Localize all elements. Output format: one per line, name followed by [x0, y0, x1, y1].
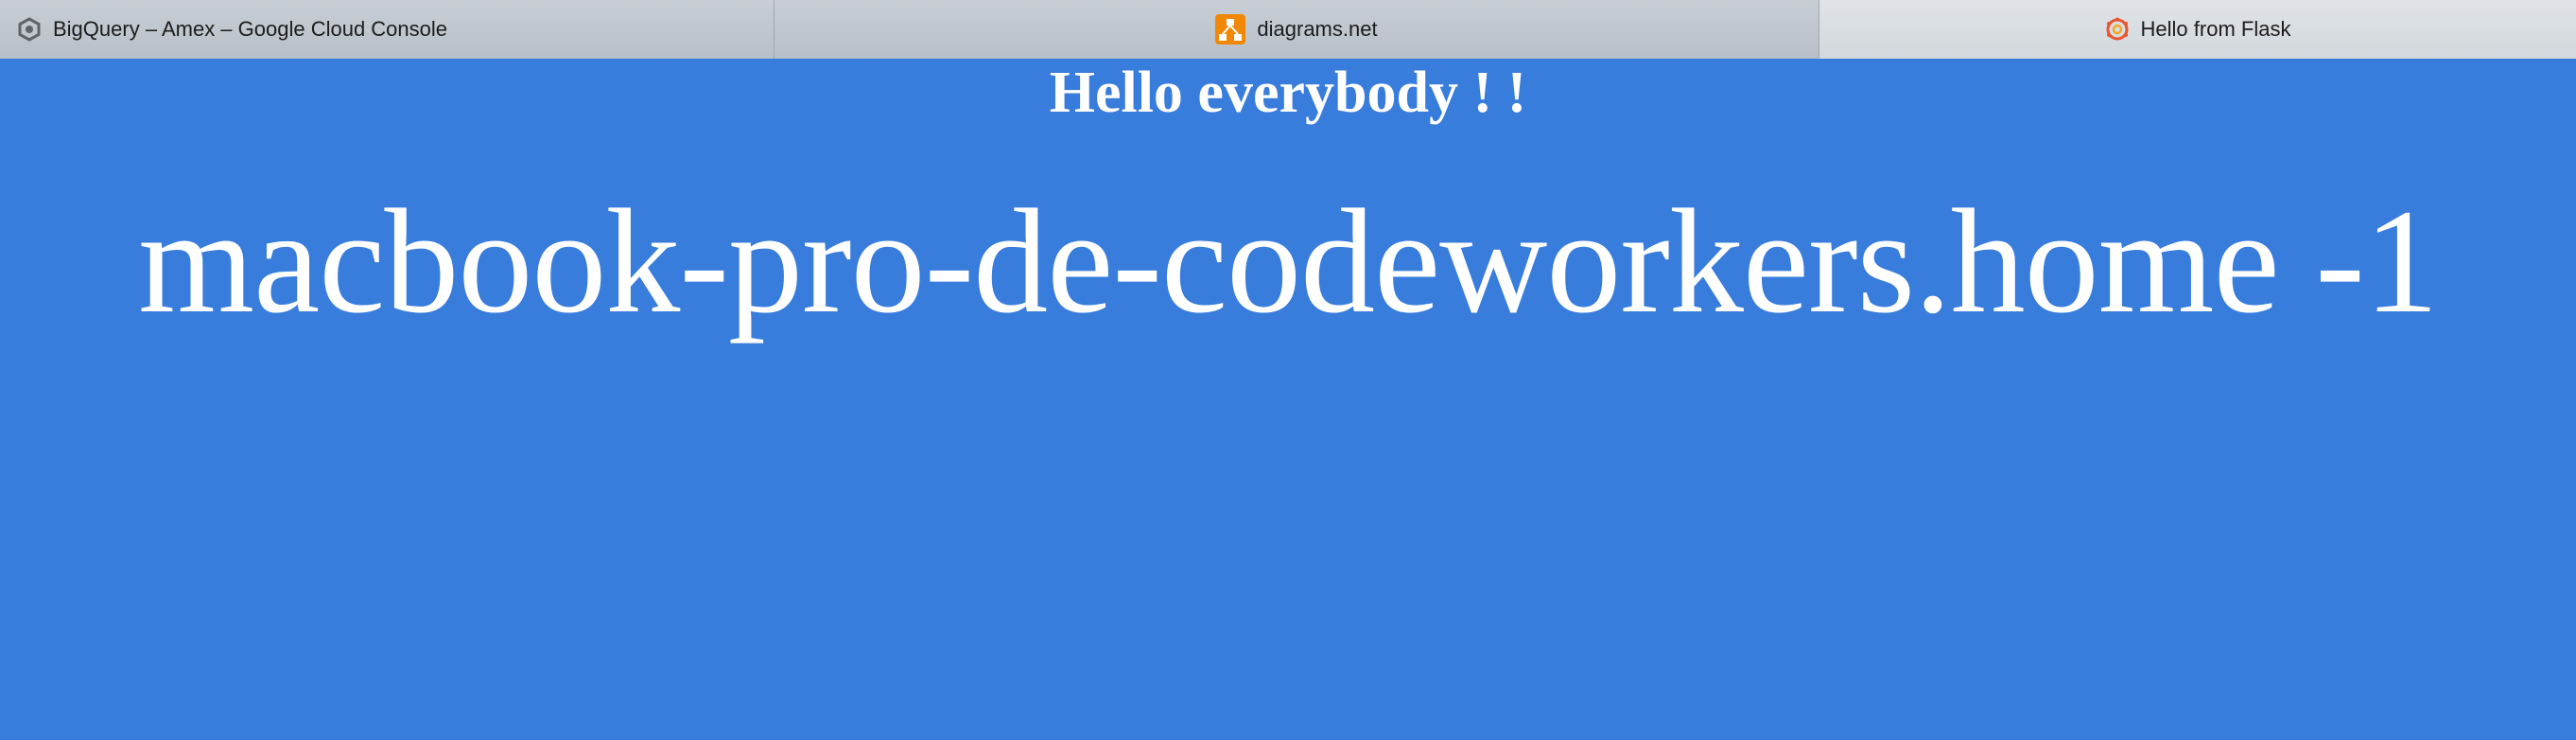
- greeting-heading: Hello everybody ! !: [1049, 61, 1527, 125]
- tab-bigquery[interactable]: BigQuery – Amex – Google Cloud Console: [0, 0, 775, 59]
- grafana-swirl-icon: [2105, 17, 2130, 42]
- page-content: Hello everybody ! ! macbook-pro-de-codew…: [0, 59, 2576, 740]
- google-cloud-hexagon-icon: [17, 17, 42, 42]
- browser-tab-bar: BigQuery – Amex – Google Cloud Console d…: [0, 0, 2576, 59]
- tab-title: diagrams.net: [1257, 17, 1378, 41]
- tab-title: Hello from Flask: [2140, 17, 2291, 41]
- tab-diagrams[interactable]: diagrams.net: [775, 0, 1819, 59]
- diagrams-net-icon: [1215, 14, 1246, 44]
- hostname-heading: macbook-pro-de-codeworkers.home -1: [138, 179, 2439, 344]
- tab-title: BigQuery – Amex – Google Cloud Console: [53, 17, 448, 41]
- tab-hello-from-flask[interactable]: Hello from Flask: [1819, 0, 2576, 59]
